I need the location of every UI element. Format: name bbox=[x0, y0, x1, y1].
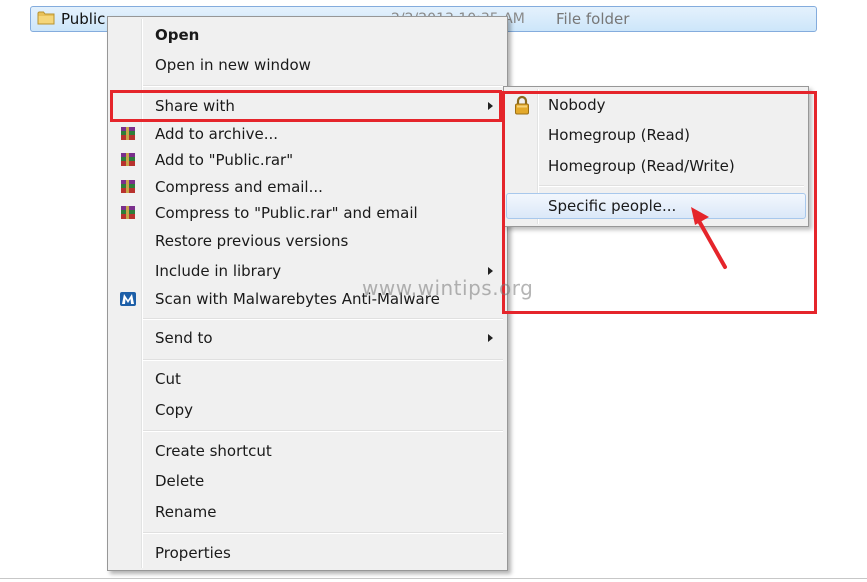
menu-item-label: Include in library bbox=[155, 262, 282, 280]
menu-item-open[interactable]: Open bbox=[110, 22, 505, 48]
menu-item-properties[interactable]: Properties bbox=[110, 540, 505, 566]
watermark: www.wintips.org bbox=[362, 276, 534, 300]
menu-item-label: Copy bbox=[155, 401, 194, 419]
file-type: File folder bbox=[556, 10, 630, 28]
menu-item-label: Open in new window bbox=[155, 56, 311, 74]
malwarebytes-icon bbox=[120, 292, 136, 306]
menu-item-label: Delete bbox=[155, 472, 205, 490]
submenu-arrow-icon bbox=[488, 334, 493, 342]
divider bbox=[0, 578, 867, 579]
menu-separator bbox=[143, 85, 503, 87]
menu-item-label: Add to archive... bbox=[155, 125, 278, 143]
menu-item-copy[interactable]: Copy bbox=[110, 397, 505, 423]
menu-item-label: Send to bbox=[155, 329, 213, 347]
menu-item-label: Add to "Public.rar" bbox=[155, 151, 294, 169]
menu-item-send-to[interactable]: Send to bbox=[110, 325, 505, 351]
submenu-arrow-icon bbox=[488, 267, 493, 275]
menu-item-add-to-archive[interactable]: Add to archive... bbox=[110, 121, 505, 147]
menu-separator bbox=[143, 318, 503, 320]
menu-item-label: Restore previous versions bbox=[155, 232, 349, 250]
menu-separator bbox=[143, 430, 503, 432]
winrar-icon bbox=[121, 180, 135, 193]
menu-item-label: Compress and email... bbox=[155, 178, 323, 196]
highlight-share-with bbox=[110, 90, 502, 122]
menu-item-label: Create shortcut bbox=[155, 442, 272, 460]
winrar-icon bbox=[121, 206, 135, 219]
folder-icon bbox=[37, 11, 55, 25]
red-arrow-icon bbox=[691, 207, 727, 269]
menu-item-label: Rename bbox=[155, 503, 217, 521]
winrar-icon bbox=[121, 153, 135, 166]
menu-item-restore-previous-versions[interactable]: Restore previous versions bbox=[110, 228, 505, 254]
winrar-icon bbox=[121, 127, 135, 140]
highlight-submenu bbox=[502, 91, 817, 314]
menu-separator bbox=[143, 359, 503, 361]
menu-item-label: Properties bbox=[155, 544, 231, 562]
menu-separator bbox=[143, 532, 503, 534]
menu-item-delete[interactable]: Delete bbox=[110, 468, 505, 494]
menu-item-add-to-public-rar[interactable]: Add to "Public.rar" bbox=[110, 147, 505, 173]
menu-item-compress-to-public-rar-and-email[interactable]: Compress to "Public.rar" and email bbox=[110, 200, 505, 226]
menu-item-rename[interactable]: Rename bbox=[110, 499, 505, 525]
menu-item-cut[interactable]: Cut bbox=[110, 366, 505, 392]
file-name: Public bbox=[61, 10, 106, 28]
menu-item-open-new-window[interactable]: Open in new window bbox=[110, 52, 505, 78]
menu-item-compress-and-email[interactable]: Compress and email... bbox=[110, 174, 505, 200]
menu-item-label: Cut bbox=[155, 370, 181, 388]
menu-item-label: Open bbox=[155, 26, 200, 44]
menu-item-create-shortcut[interactable]: Create shortcut bbox=[110, 438, 505, 464]
menu-item-label: Compress to "Public.rar" and email bbox=[155, 204, 418, 222]
